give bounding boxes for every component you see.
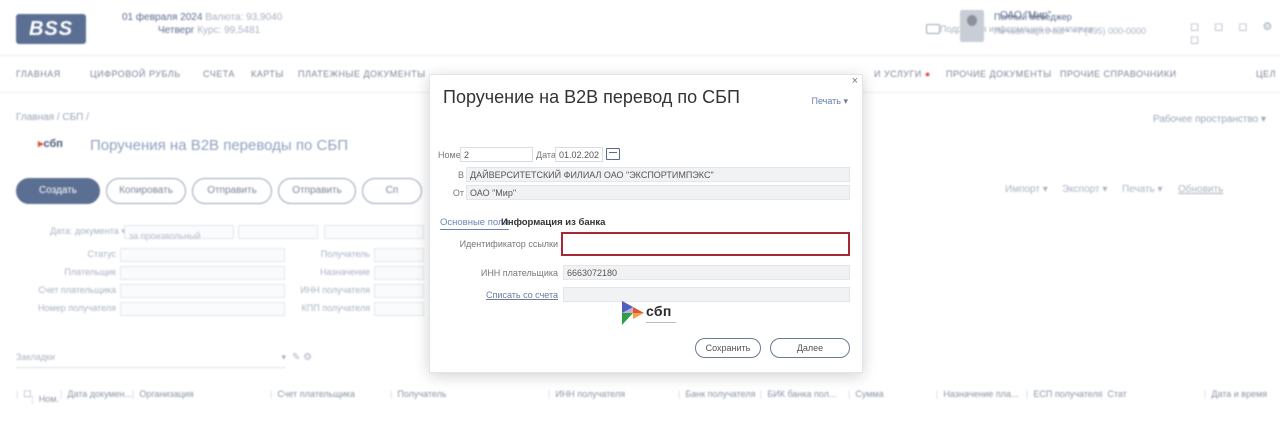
from-label: От [452,188,464,198]
tab-bank-info[interactable]: Информация из банка [501,217,605,228]
bank-label: В [457,170,464,180]
recipient-kpp-label: КПП получателя [301,303,370,313]
nav-item-more[interactable]: ЦЕЛ [1256,69,1276,79]
breadcrumb[interactable]: Главная / СБП / [16,112,89,123]
column-payer-account[interactable]: Счет плательщика [270,389,355,399]
recipient-number-field[interactable] [120,302,285,316]
sbp-title-logo: ▸сбп [38,138,63,150]
column-recipient-esp[interactable]: ЕСП получателя [1026,389,1102,399]
date-label: Дата [536,150,556,160]
copy-button[interactable]: Копировать [106,178,186,204]
sbp-logo-underline [646,322,676,323]
message-icon[interactable] [926,24,940,34]
create-button[interactable]: Создать [16,178,100,204]
payer-account-label: Счет плательщика [38,285,116,295]
receiver-label: Получатель [320,249,370,259]
more-button[interactable]: Сп [362,178,422,204]
refresh-link[interactable]: Обновить [1178,184,1223,195]
link-id-label: Идентификатор ссылки [459,239,558,249]
toolbar-icons[interactable]: ◻ ◻ ◻ ⚙ ◻ [1190,20,1280,46]
recipient-inn-field[interactable] [374,284,424,298]
from-field[interactable]: ОАО "Мир" [466,185,850,200]
sbp-logo-text: сбп [646,303,672,319]
link-id-input[interactable] [561,232,850,256]
purpose-label: Назначение [319,267,370,277]
date-from-field[interactable] [238,225,318,239]
nav-item-digital-ruble[interactable]: ЦИФРОВОЙ РУБЛЬ [90,69,181,79]
recipient-number-label: Номер получателя [38,303,116,313]
close-icon[interactable]: × [852,75,858,87]
user-info[interactable]: Полный менеджер Личная карточка • +7 (49… [994,12,1146,36]
nav-item-directories[interactable]: ПРОЧИЕ СПРАВОЧНИКИ [1060,69,1177,79]
save-button[interactable]: Сохранить [695,338,761,358]
payer-inn-field[interactable]: 6663072180 [563,265,850,280]
debit-account-field[interactable] [563,287,850,302]
date-field[interactable] [555,147,603,162]
payer-account-field[interactable] [120,284,285,298]
avatar[interactable] [960,10,984,42]
column-organization[interactable]: Организация [132,389,193,399]
print-menu[interactable]: Печать ▾ [1122,184,1163,195]
grid-header: ☐ Ном. Дата докумен... Организация Счет … [0,384,1280,408]
date-line: 01 февраля 2024 Валюта: 93,9040 [122,12,283,23]
date-range-select[interactable]: за произвольный [124,225,234,241]
nav-item-cards[interactable]: КАРТЫ [251,69,284,79]
print-dropdown[interactable]: Печать ▾ [811,96,848,107]
top-bar: BSS 01 февраля 2024 Валюта: 93,9040 Четв… [0,0,1280,56]
page-title: Поручения на B2B переводы по СБП [90,137,348,154]
send-button[interactable]: Отправить [192,178,272,204]
next-button[interactable]: Далее [770,338,850,358]
column-number[interactable]: ☐ Ном. [16,389,59,404]
import-menu[interactable]: Импорт ▾ [1005,184,1048,195]
column-recipient-bank[interactable]: Банк получателя [678,389,755,399]
nav-item-other-docs[interactable]: ПРОЧИЕ ДОКУМЕНТЫ [946,69,1052,79]
column-purpose[interactable]: Назначение пла... [936,389,1018,399]
column-bank-bik[interactable]: БИК банка пол... [760,389,836,399]
status-field[interactable] [120,248,285,262]
bank-field[interactable]: ДАЙВЕРСИТЕТСКИЙ ФИЛИАЛ ОАО "ЭКСПОРТИМПЭК… [466,167,850,182]
column-doc-date[interactable]: Дата докумен... [60,389,132,399]
day-line: Четверг Курс: 99,5481 [158,25,261,36]
sbp-logo: сбп [622,301,692,331]
payer-field[interactable] [120,266,285,280]
purpose-field[interactable] [374,266,424,280]
send-button-2[interactable]: Отправить [278,178,356,204]
calendar-icon[interactable] [606,148,620,160]
nav-item-accounts[interactable]: СЧЕТА [203,69,235,79]
nav-item-services[interactable]: И УСЛУГИ ● [874,69,931,79]
tab-main-fields[interactable]: Основные поля [440,217,509,230]
bookmarks-select[interactable]: Закладки ▾ [16,352,286,368]
dialog-title: Поручение на B2B перевод по СБП [443,87,740,107]
recipient-kpp-field[interactable] [374,302,424,316]
column-recipient[interactable]: Получатель [390,389,446,399]
nav-item-home[interactable]: ГЛАВНАЯ [16,69,61,79]
column-datetime[interactable]: Дата и время [1204,389,1267,399]
date-to-field[interactable] [324,225,424,239]
payer-inn-label: ИНН плательщика [480,268,558,278]
export-menu[interactable]: Экспорт ▾ [1062,184,1107,195]
nav-item-payment-docs[interactable]: ПЛАТЕЖНЫЕ ДОКУМЕНТЫ [298,69,426,79]
workspace-selector[interactable]: Рабочее пространство ▾ [1153,114,1266,125]
column-status[interactable]: Стат [1100,389,1126,399]
b2b-transfer-dialog: × Поручение на B2B перевод по СБП Печать… [429,74,863,373]
number-field[interactable] [460,147,533,162]
column-sum[interactable]: Сумма [848,389,883,399]
number-label: Номер [438,150,466,160]
column-recipient-inn[interactable]: ИНН получателя [548,389,625,399]
payer-label: Плательщик [64,267,116,277]
edit-filter-icon[interactable]: ✎ ⚙ [292,352,312,363]
receiver-field[interactable] [374,248,424,262]
bss-logo[interactable]: BSS [16,14,86,44]
recipient-inn-label: ИНН получателя [300,285,370,295]
sbp-logo-icon [622,301,644,325]
status-label: Статус [87,249,116,259]
date-filter-label[interactable]: Дата: документа ▾ [50,226,126,237]
debit-account-link[interactable]: Списать со счета [478,290,558,300]
